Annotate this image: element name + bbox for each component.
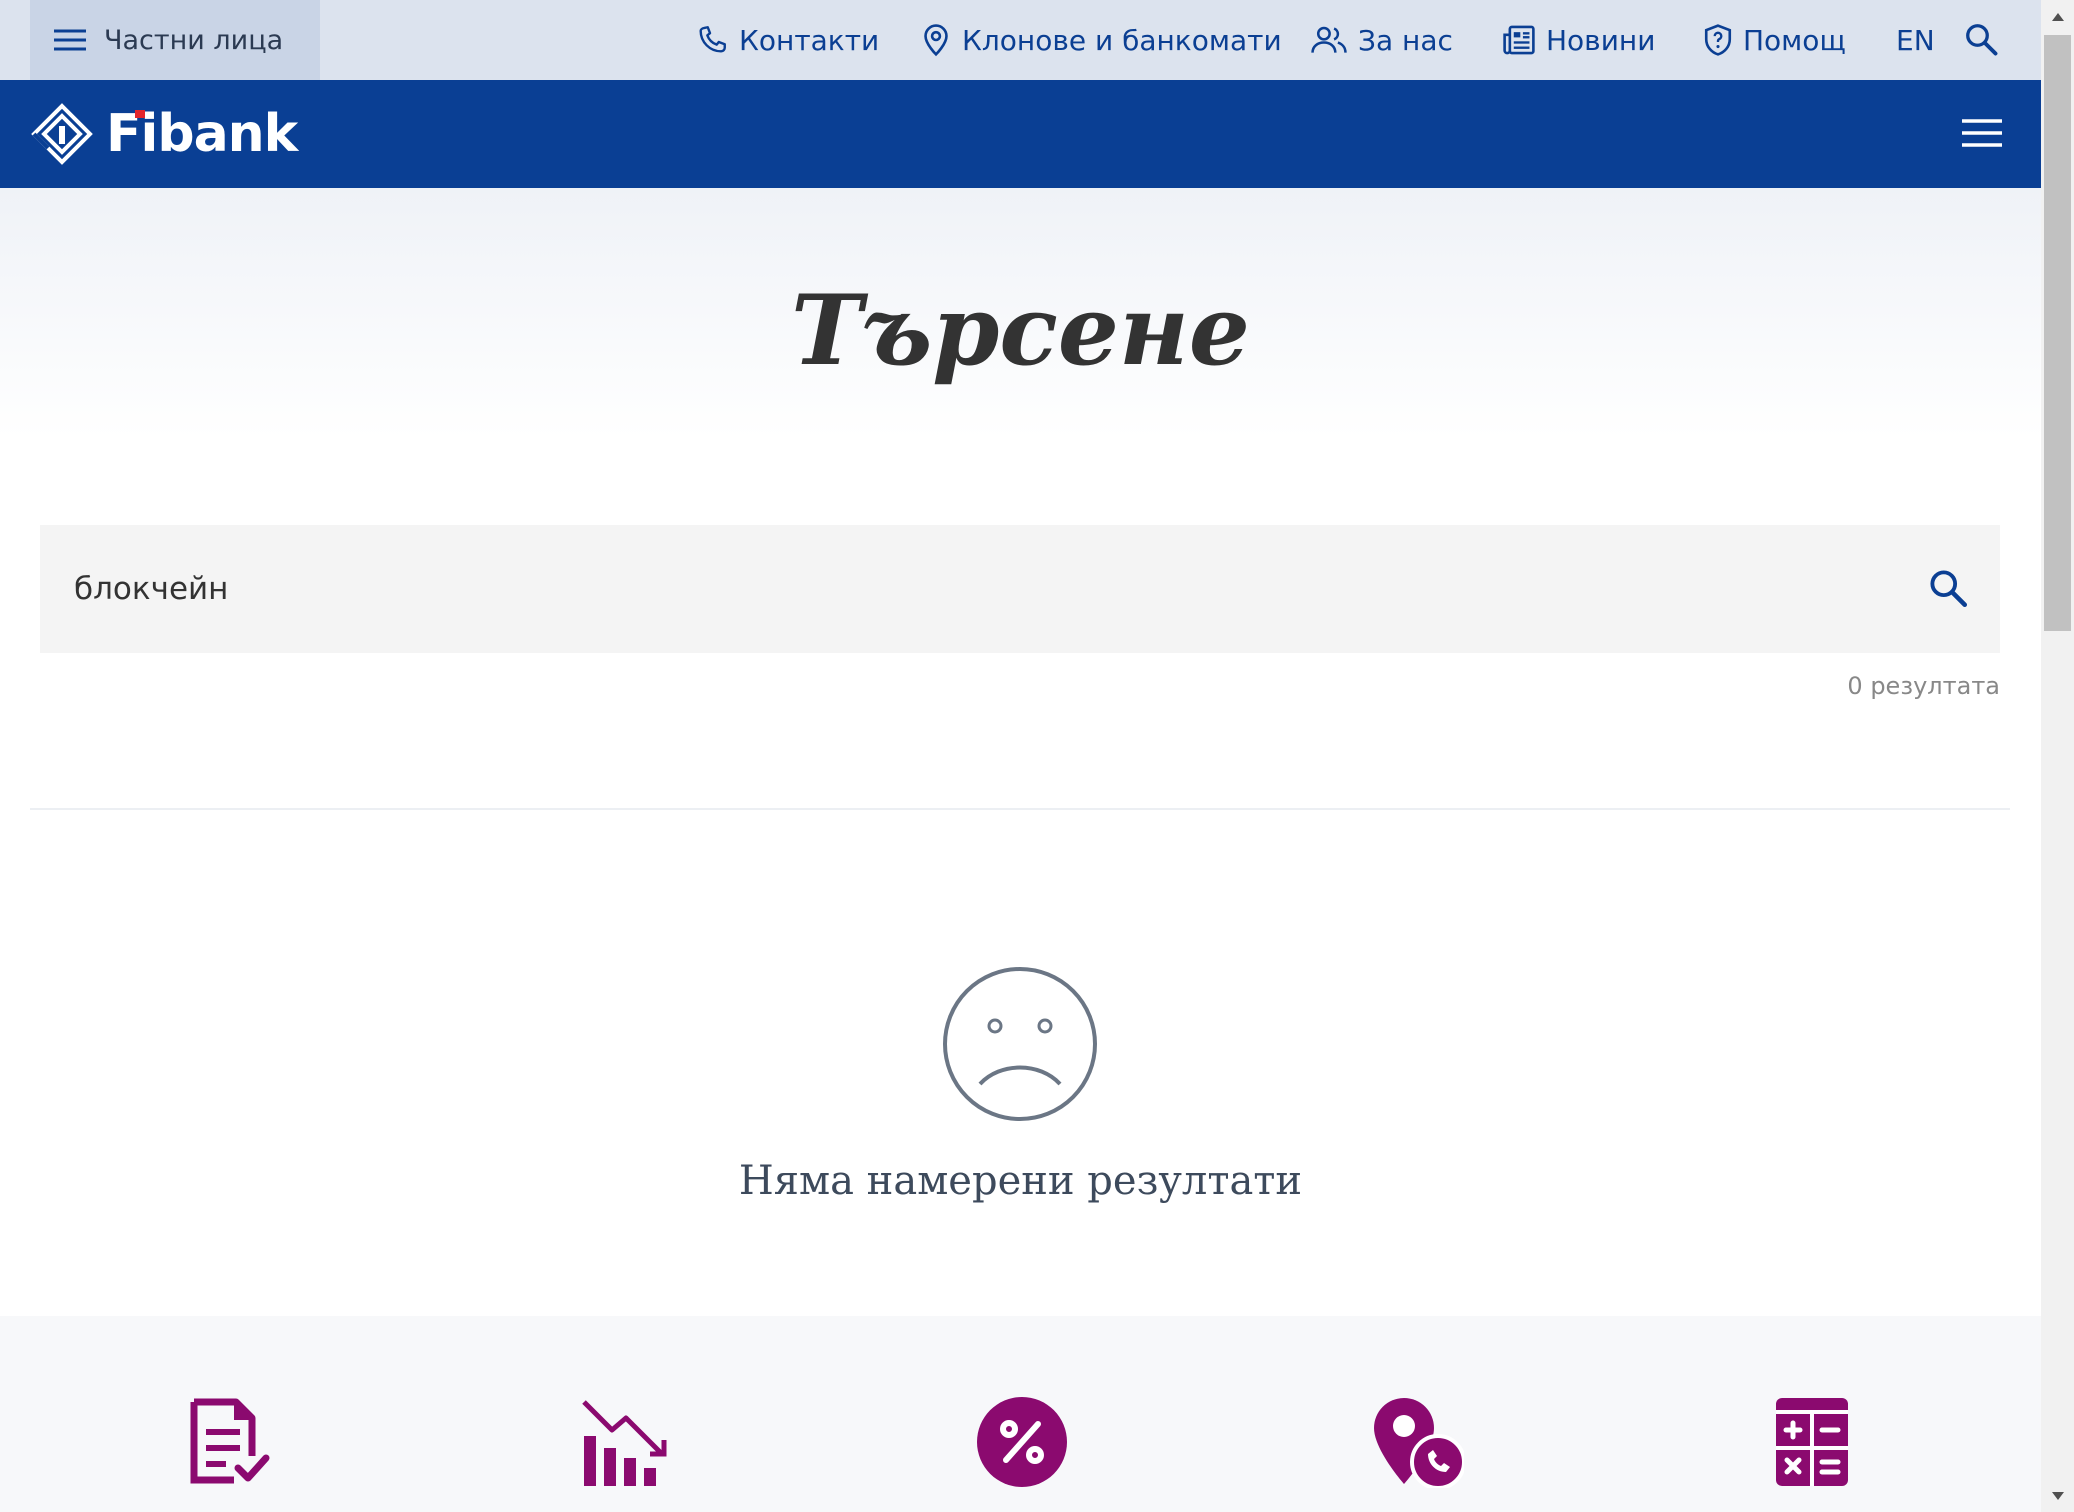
search-input[interactable] bbox=[74, 525, 1874, 653]
location-pin-icon bbox=[920, 23, 952, 57]
nav-news-label: Новини bbox=[1546, 23, 1656, 57]
logo-red-dot bbox=[135, 110, 145, 118]
main-header: Fibank bbox=[0, 80, 2041, 188]
scrollbar-thumb[interactable] bbox=[2044, 35, 2071, 631]
document-check-icon bbox=[186, 1396, 270, 1486]
search-icon bbox=[1964, 22, 2000, 58]
logo-mark-icon bbox=[30, 102, 94, 166]
nav-branches[interactable]: Клонове и банкомати bbox=[920, 0, 1282, 80]
nav-contacts[interactable]: Контакти bbox=[695, 0, 879, 80]
no-results-message: Няма намерени резултати bbox=[738, 1158, 1303, 1204]
nav-help-label: Помощ bbox=[1743, 23, 1846, 57]
nav-about[interactable]: За нас bbox=[1310, 0, 1453, 80]
page-title: Търсене bbox=[791, 274, 1250, 387]
percent-icon bbox=[976, 1396, 1068, 1488]
nav-branches-label: Клонове и банкомати bbox=[962, 23, 1282, 57]
phone-icon bbox=[695, 23, 729, 57]
results-count: 0 резултата bbox=[1847, 672, 2000, 700]
quick-link-calculators[interactable] bbox=[1774, 1396, 1850, 1488]
search-bar bbox=[40, 525, 2000, 653]
quick-link-contact-locations[interactable] bbox=[1372, 1396, 1464, 1488]
nav-news[interactable]: Новини bbox=[1502, 0, 1655, 80]
search-submit-button[interactable] bbox=[1928, 568, 1970, 610]
location-phone-icon bbox=[1372, 1396, 1464, 1488]
divider bbox=[30, 808, 2010, 810]
calculator-icon bbox=[1774, 1396, 1850, 1488]
quick-links-strip bbox=[0, 1316, 2041, 1512]
logo-text: Fibank bbox=[106, 104, 298, 164]
language-switch[interactable]: EN bbox=[1896, 0, 1935, 80]
nav-help[interactable]: Помощ bbox=[1703, 0, 1846, 80]
language-label: EN bbox=[1896, 23, 1935, 57]
page-scrollbar[interactable] bbox=[2041, 0, 2074, 1512]
segment-switcher[interactable]: Частни лица bbox=[30, 0, 320, 80]
top-search-button[interactable] bbox=[1964, 0, 2000, 80]
shield-question-icon bbox=[1703, 23, 1733, 57]
menu-icon bbox=[52, 28, 88, 52]
fibank-logo[interactable]: Fibank bbox=[30, 102, 298, 166]
utility-bar: Частни лица Контакти Клонове и банкомати… bbox=[0, 0, 2041, 80]
quick-link-documents[interactable] bbox=[186, 1396, 270, 1486]
scroll-up-arrow[interactable] bbox=[2041, 0, 2074, 33]
users-icon bbox=[1310, 24, 1348, 56]
quick-link-rates[interactable] bbox=[580, 1396, 672, 1488]
chart-decline-icon bbox=[580, 1396, 672, 1488]
main-menu-button[interactable] bbox=[1961, 118, 2003, 148]
nav-contacts-label: Контакти bbox=[739, 23, 880, 57]
quick-link-interest[interactable] bbox=[976, 1396, 1068, 1488]
nav-about-label: За нас bbox=[1358, 23, 1453, 57]
segment-label: Частни лица bbox=[104, 24, 284, 56]
sad-face-icon bbox=[942, 966, 1098, 1122]
search-icon bbox=[1928, 568, 1970, 610]
scroll-down-arrow[interactable] bbox=[2041, 1479, 2074, 1512]
newspaper-icon bbox=[1502, 24, 1536, 56]
